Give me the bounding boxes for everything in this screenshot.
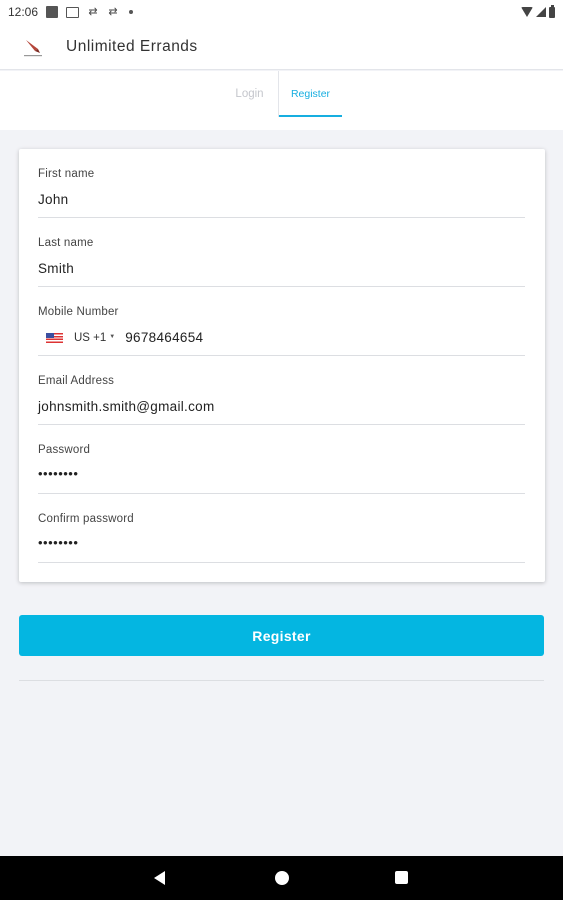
sync-notification-icon-2: ⇄ — [108, 6, 118, 18]
email-field[interactable]: Email Address johnsmith.smith@gmail.com — [38, 356, 525, 425]
confirm-password-field[interactable]: Confirm password •••••••• — [38, 494, 525, 563]
phone-row: US +1 ▼ 9678464654 — [38, 330, 203, 345]
more-notifications-dot-icon — [129, 10, 134, 14]
password-input[interactable]: •••••••• — [38, 466, 78, 481]
app-title: Unlimited Errands — [66, 37, 198, 55]
image-notification-icon — [66, 6, 80, 18]
confirm-password-input[interactable]: •••••••• — [38, 535, 78, 550]
email-label: Email Address — [38, 375, 115, 387]
system-nav-bar — [0, 856, 563, 900]
app-bar: Unlimited Errands — [0, 24, 563, 70]
wifi-icon — [521, 7, 533, 17]
password-label: Password — [38, 444, 91, 456]
auth-tabs: Login Register — [0, 71, 563, 130]
chevron-down-icon[interactable]: ▼ — [109, 334, 115, 340]
first-name-label: First name — [38, 168, 95, 180]
mobile-number-label: Mobile Number — [38, 306, 119, 318]
last-name-label: Last name — [38, 237, 94, 249]
tab-register[interactable]: Register — [278, 71, 342, 117]
battery-icon — [549, 4, 555, 18]
back-icon[interactable] — [154, 871, 165, 885]
mobile-number-field[interactable]: Mobile Number US +1 ▼ 9678464654 — [38, 287, 525, 356]
country-code-select[interactable]: US +1 — [74, 332, 106, 344]
recents-icon[interactable] — [395, 871, 408, 884]
register-form-card: First name John Last name Smith Mobile N… — [19, 149, 545, 582]
password-field[interactable]: Password •••••••• — [38, 425, 525, 494]
first-name-field[interactable]: First name John — [38, 149, 525, 218]
notification-app-icon — [46, 6, 59, 18]
errands-logo-icon — [20, 34, 46, 60]
register-button[interactable]: Register — [19, 615, 544, 656]
confirm-password-label: Confirm password — [38, 513, 134, 525]
status-time: 12:06 — [8, 5, 39, 19]
cell-signal-icon — [536, 7, 546, 17]
us-flag-icon[interactable] — [46, 332, 63, 343]
last-name-field[interactable]: Last name Smith — [38, 218, 525, 287]
divider — [19, 680, 544, 681]
tab-login[interactable]: Login — [222, 71, 277, 117]
home-icon[interactable] — [275, 871, 289, 885]
status-indicators — [521, 4, 555, 18]
last-name-input[interactable]: Smith — [38, 261, 74, 276]
status-bar: 12:06 ⇄ ⇄ — [0, 0, 563, 24]
sync-notification-icon: ⇄ — [88, 6, 98, 18]
mobile-number-input[interactable]: 9678464654 — [125, 330, 203, 345]
first-name-input[interactable]: John — [38, 192, 68, 207]
email-input[interactable]: johnsmith.smith@gmail.com — [38, 399, 215, 414]
